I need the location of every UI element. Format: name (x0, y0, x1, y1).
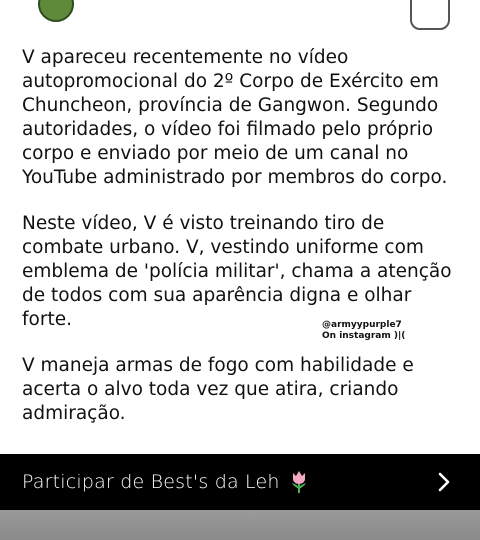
watermark: @armyypurple7 On instagram )|( (322, 320, 405, 342)
post-paragraph-2: Neste vídeo, V é visto treinando tiro de… (22, 213, 452, 330)
chevron-right-icon[interactable] (432, 470, 456, 494)
header-action-button[interactable] (410, 0, 450, 30)
watermark-handle: @armyypurple7 (322, 320, 402, 330)
watermark-note: On instagram )|( (322, 331, 406, 341)
tulip-icon (288, 469, 310, 495)
cta-label: Participar de Best's da Leh (22, 471, 280, 493)
bottom-shade (0, 510, 480, 540)
post-bottom-spacer (0, 440, 480, 454)
avatar[interactable] (38, 0, 74, 22)
join-broadcast-channel-button[interactable]: Participar de Best's da Leh (0, 454, 480, 510)
post-body: V apareceu recentemente no vídeo autopro… (22, 46, 472, 426)
post-paragraph-1: V apareceu recentemente no vídeo autopro… (22, 47, 448, 188)
post-header-strip (0, 0, 480, 36)
post-paragraph-3: V maneja armas de fogo com habilidade e … (22, 355, 414, 424)
